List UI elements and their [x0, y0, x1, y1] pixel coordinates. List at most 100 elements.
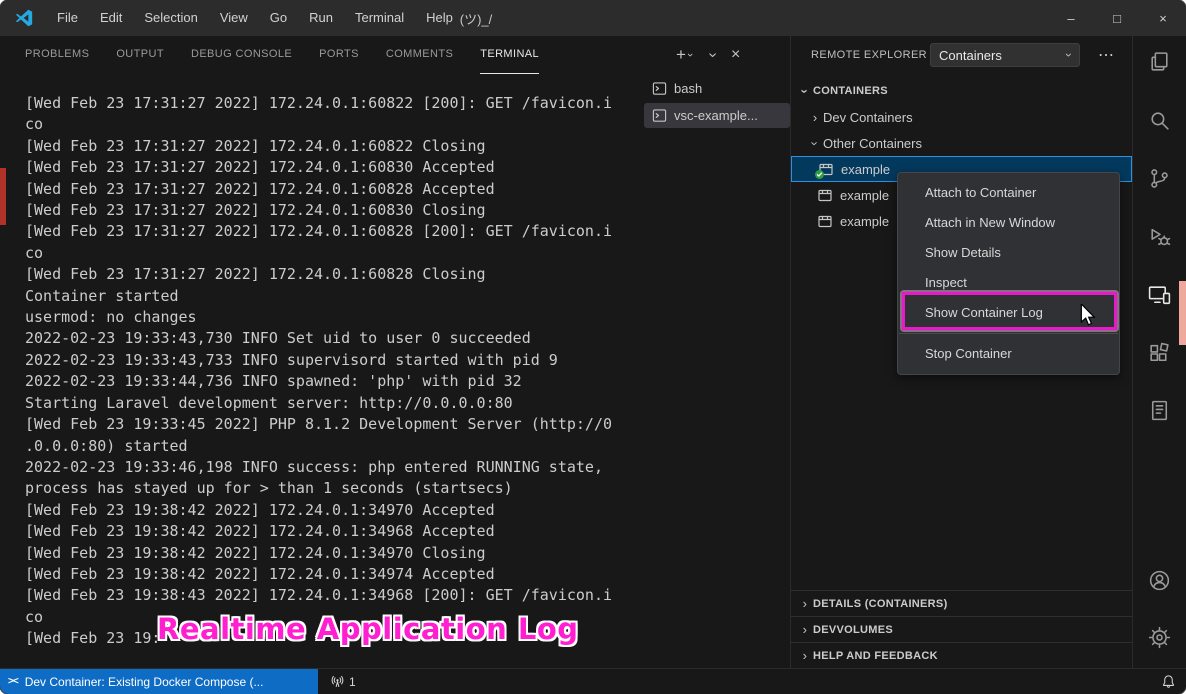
annotation-text: Realtime Application Log: [157, 612, 579, 646]
ports-count: 1: [349, 675, 356, 689]
terminal-line: Container started: [25, 286, 642, 307]
panel-actions: + › › ×: [676, 36, 740, 74]
remote-status-label: Dev Container: Existing Docker Compose (…: [25, 675, 264, 689]
search-icon[interactable]: [1133, 108, 1186, 136]
ports-indicator[interactable]: 1: [330, 669, 356, 694]
section-details-containers[interactable]: › DETAILS (CONTAINERS): [791, 590, 1132, 616]
container-icon: [817, 187, 833, 203]
chevron-down-icon: ›: [798, 83, 813, 99]
minimize-button[interactable]: –: [1048, 0, 1094, 36]
menu-go[interactable]: Go: [259, 4, 298, 32]
tree-item-containers[interactable]: › CONTAINERS: [791, 78, 1132, 104]
chevron-right-icon: ›: [797, 596, 813, 611]
terminal-line: co: [25, 114, 642, 135]
terminal-icon: [652, 81, 667, 96]
menu-file[interactable]: File: [46, 4, 89, 32]
menu-item-attach-to-container[interactable]: Attach to Container: [898, 178, 1119, 208]
section-devvolumes[interactable]: › DEVVOLUMES: [791, 616, 1132, 642]
terminal-sessions-list: bash vsc-example...: [644, 74, 790, 128]
new-terminal-dropdown-icon[interactable]: ›: [684, 53, 696, 57]
section-label: HELP AND FEEDBACK: [813, 650, 938, 662]
tree-item-dev-containers[interactable]: › Dev Containers: [791, 104, 1132, 130]
terminal-session-bash[interactable]: bash: [644, 76, 790, 101]
explorer-icon[interactable]: [1133, 50, 1186, 78]
terminal-session-vsc-example[interactable]: vsc-example...: [644, 103, 790, 128]
vscode-window: File Edit Selection View Go Run Terminal…: [0, 0, 1186, 694]
terminal-line: Starting Laravel development server: htt…: [25, 393, 642, 414]
tab-comments[interactable]: COMMENTS: [386, 36, 453, 74]
tree-item-other-containers[interactable]: › Other Containers: [791, 130, 1132, 156]
menu-item-attach-in-new-window[interactable]: Attach in New Window: [898, 208, 1119, 238]
mouse-cursor: [1078, 304, 1098, 333]
section-label: DETAILS (CONTAINERS): [813, 598, 948, 610]
source-control-icon[interactable]: [1133, 166, 1186, 194]
menu-separator: [899, 333, 1118, 334]
chevron-right-icon: ›: [797, 622, 813, 637]
remote-type-value: Containers: [939, 48, 1002, 63]
menu-run[interactable]: Run: [298, 4, 344, 32]
chevron-down-icon: ›: [1062, 53, 1076, 57]
maximize-button[interactable]: □: [1094, 0, 1140, 36]
menu-item-inspect[interactable]: Inspect: [898, 268, 1119, 298]
terminal-line: [Wed Feb 23 17:31:27 2022] 172.24.0.1:60…: [25, 264, 642, 285]
more-actions-button[interactable]: ⋯: [1098, 45, 1114, 65]
terminal-line: [Wed Feb 23 17:31:27 2022] 172.24.0.1:60…: [25, 179, 642, 200]
radio-tower-icon: [330, 674, 345, 689]
terminal-line: 2022-02-23 19:33:46,198 INFO success: ph…: [25, 457, 642, 478]
terminal-line: 2022-02-23 19:33:43,733 INFO supervisord…: [25, 350, 642, 371]
tree-label: Dev Containers: [823, 110, 913, 125]
menu-item-show-details[interactable]: Show Details: [898, 238, 1119, 268]
terminal-line: usermod: no changes: [25, 307, 642, 328]
terminal-line: [Wed Feb 23 19:38:42 2022] 172.24.0.1:34…: [25, 521, 642, 542]
terminal-line: [Wed Feb 23 17:31:27 2022] 172.24.0.1:60…: [25, 221, 642, 242]
remote-status-button[interactable]: >< Dev Container: Existing Docker Compos…: [0, 669, 318, 694]
menu-view[interactable]: View: [209, 4, 259, 32]
terminal-line: process has stayed up for > than 1 secon…: [25, 478, 642, 499]
annotation-strip-left: [0, 168, 6, 225]
running-status-badge: [815, 170, 824, 179]
container-icon: [818, 161, 834, 177]
tab-ports[interactable]: PORTS: [319, 36, 359, 74]
terminal-icon: [652, 108, 667, 123]
bell-icon: [1161, 674, 1176, 689]
tab-problems[interactable]: PROBLEMS: [25, 36, 89, 74]
terminal-session-label: bash: [674, 81, 702, 96]
window-title: (ツ)_/: [396, 9, 556, 28]
terminal-line: [Wed Feb 23 17:31:27 2022] 172.24.0.1:60…: [25, 136, 642, 157]
tree-label: CONTAINERS: [813, 85, 888, 97]
notifications-bell-button[interactable]: [1161, 669, 1176, 694]
section-help-and-feedback[interactable]: › HELP AND FEEDBACK: [791, 642, 1132, 668]
panel-tab-bar: PROBLEMS OUTPUT DEBUG CONSOLE PORTS COMM…: [0, 36, 790, 74]
menu-edit[interactable]: Edit: [89, 4, 133, 32]
run-debug-icon[interactable]: [1133, 225, 1186, 253]
panel-collapse-icon[interactable]: ›: [703, 52, 721, 57]
chevron-down-icon: ›: [808, 135, 823, 151]
terminal-line: [Wed Feb 23 19:38:42 2022] 172.24.0.1:34…: [25, 564, 642, 585]
tab-output[interactable]: OUTPUT: [116, 36, 164, 74]
menu-item-stop-container[interactable]: Stop Container: [898, 339, 1119, 369]
status-bar: >< Dev Container: Existing Docker Compos…: [0, 668, 1186, 694]
terminal-line: [Wed Feb 23 19:38:43 2022] 172.24.0.1:34…: [25, 585, 642, 606]
tab-terminal[interactable]: TERMINAL: [480, 36, 539, 74]
close-button[interactable]: ×: [1140, 0, 1186, 36]
log-report-icon[interactable]: [1133, 398, 1186, 426]
menu-selection[interactable]: Selection: [133, 4, 208, 32]
tab-debug-console[interactable]: DEBUG CONSOLE: [191, 36, 292, 74]
account-icon[interactable]: [1133, 568, 1186, 596]
terminal-line: [Wed Feb 23 17:31:27 2022] 172.24.0.1:60…: [25, 157, 642, 178]
remote-type-select[interactable]: Containers ›: [930, 43, 1080, 67]
terminal-line: [Wed Feb 23 19:38:42 2022] 172.24.0.1:34…: [25, 543, 642, 564]
terminal-line: [Wed Feb 23 17:31:27 2022] 172.24.0.1:60…: [25, 93, 642, 114]
settings-gear-icon[interactable]: [1133, 625, 1186, 653]
terminal-line: .0.0.0:80) started: [25, 436, 642, 457]
close-panel-button[interactable]: ×: [731, 46, 740, 64]
terminal-line: co: [25, 243, 642, 264]
terminal-output[interactable]: [Wed Feb 23 17:31:27 2022] 172.24.0.1:60…: [0, 74, 642, 668]
tree-label: Other Containers: [823, 136, 922, 151]
section-label: DEVVOLUMES: [813, 624, 893, 636]
sidebar-title: REMOTE EXPLORER: [811, 49, 927, 61]
tree-label: example: [841, 162, 890, 177]
extensions-icon[interactable]: [1133, 341, 1186, 369]
terminal-line: [Wed Feb 23 19:33:45 2022] PHP 8.1.2 Dev…: [25, 414, 642, 435]
container-icon: [817, 213, 833, 229]
